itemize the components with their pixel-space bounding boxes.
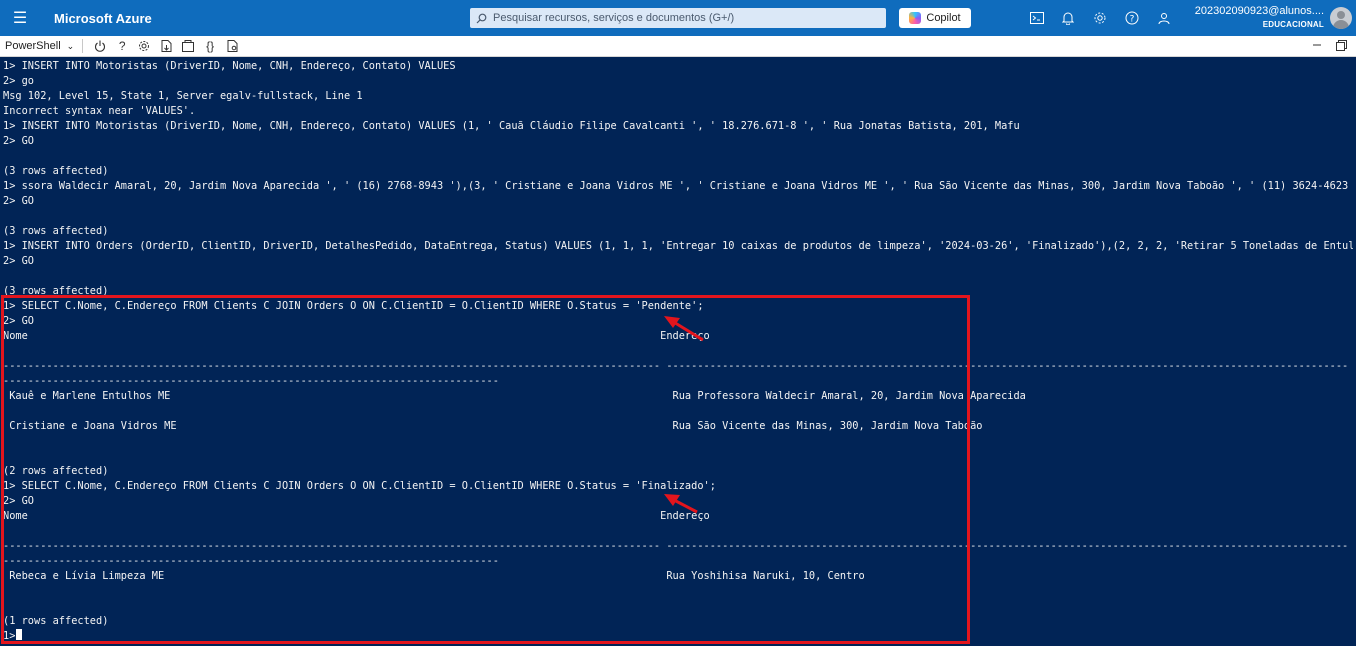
terminal-line: 1> INSERT INTO Motoristas (DriverID, Nom… — [3, 60, 456, 72]
shell-type-label: PowerShell — [5, 40, 61, 52]
copilot-icon — [909, 12, 922, 24]
annotation-arrow-icon — [664, 494, 698, 514]
settings-icon[interactable] — [133, 37, 155, 55]
braces-icon[interactable]: {} — [199, 37, 221, 55]
terminal-line: 2> GO — [3, 255, 34, 267]
terminal-line: 2> GO — [3, 135, 34, 147]
chevron-down-icon: ⌄ — [66, 40, 75, 51]
feedback-icon[interactable] — [1156, 10, 1172, 26]
maximize-icon[interactable] — [1334, 38, 1348, 52]
copilot-button[interactable]: Copilot — [899, 8, 971, 28]
account-email: 202302090923@alunos.... — [1194, 5, 1324, 17]
azure-top-bar: ☰ Microsoft Azure Pesquisar recursos, se… — [0, 0, 1356, 36]
terminal-line: Incorrect syntax near 'VALUES'. — [3, 105, 196, 117]
power-icon[interactable] — [89, 37, 111, 55]
shell-type-selector[interactable]: PowerShell ⌄ — [5, 40, 74, 52]
account-org: EDUCACIONAL — [1262, 20, 1324, 29]
upload-download-icon[interactable] — [155, 37, 177, 55]
annotation-arrow-icon — [664, 316, 704, 342]
terminal-line: 1> INSERT INTO Orders (OrderID, ClientID… — [3, 240, 1353, 252]
terminal-line: Msg 102, Level 15, State 1, Server egalv… — [3, 90, 363, 102]
terminal-line: 1> INSERT INTO Motoristas (DriverID, Nom… — [3, 120, 1020, 132]
cloud-shell-toolbar: PowerShell ⌄ ? {} — [0, 36, 1356, 57]
help-icon[interactable]: ? — [1124, 10, 1140, 26]
terminal-line: (3 rows affected) — [3, 165, 109, 177]
avatar[interactable] — [1330, 7, 1352, 29]
account-menu[interactable]: 202302090923@alunos.... EDUCACIONAL — [1186, 5, 1324, 31]
gear-icon[interactable] — [1092, 10, 1108, 26]
terminal-line: 1> ssora Waldecir Amaral, 20, Jardim Nov… — [3, 180, 1353, 192]
open-file-icon[interactable] — [177, 37, 199, 55]
terminal-line: 2> GO — [3, 195, 34, 207]
help-icon[interactable]: ? — [111, 37, 133, 55]
terminal-line: 2> go — [3, 75, 34, 87]
menu-icon[interactable]: ☰ — [0, 0, 40, 36]
terminal-line: (3 rows affected) — [3, 225, 109, 237]
global-search[interactable]: Pesquisar recursos, serviços e documento… — [470, 8, 886, 28]
minimize-icon[interactable] — [1310, 38, 1324, 52]
copilot-label: Copilot — [926, 12, 961, 24]
search-placeholder: Pesquisar recursos, serviços e documento… — [493, 12, 735, 24]
portal-brand[interactable]: Microsoft Azure — [54, 11, 152, 26]
annotation-highlight-box — [1, 295, 970, 644]
toolbar-divider — [82, 39, 84, 53]
cloud-shell-icon[interactable] — [1029, 10, 1045, 26]
preview-icon[interactable] — [221, 37, 243, 55]
search-icon — [476, 13, 487, 23]
bell-icon[interactable] — [1060, 10, 1076, 26]
svg-text:?: ? — [1130, 15, 1135, 25]
